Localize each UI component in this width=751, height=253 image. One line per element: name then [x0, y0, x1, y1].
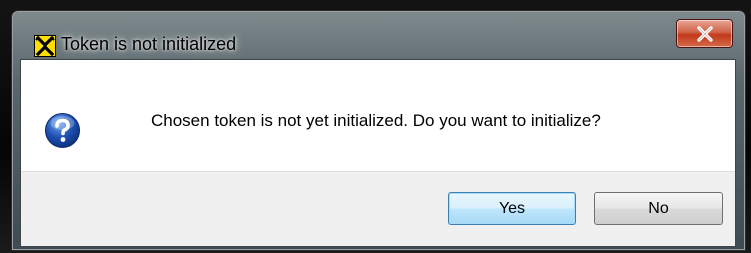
- no-button[interactable]: No: [594, 192, 723, 225]
- dialog-message: Chosen token is not yet initialized. Do …: [151, 111, 601, 130]
- raiffeisen-cross-logo-icon: [34, 35, 56, 57]
- close-button[interactable]: [676, 19, 733, 48]
- dialog-client-area: Chosen token is not yet initialized. Do …: [20, 59, 736, 247]
- title-bar[interactable]: Token is not initialized: [12, 11, 745, 59]
- message-dialog: Token is not initialized Chosen token is…: [11, 10, 746, 251]
- message-panel: Chosen token is not yet initialized. Do …: [21, 60, 735, 172]
- question-icon: [45, 113, 80, 148]
- dialog-title: Token is not initialized: [61, 34, 237, 54]
- close-icon: [697, 26, 713, 42]
- yes-button[interactable]: Yes: [448, 192, 576, 225]
